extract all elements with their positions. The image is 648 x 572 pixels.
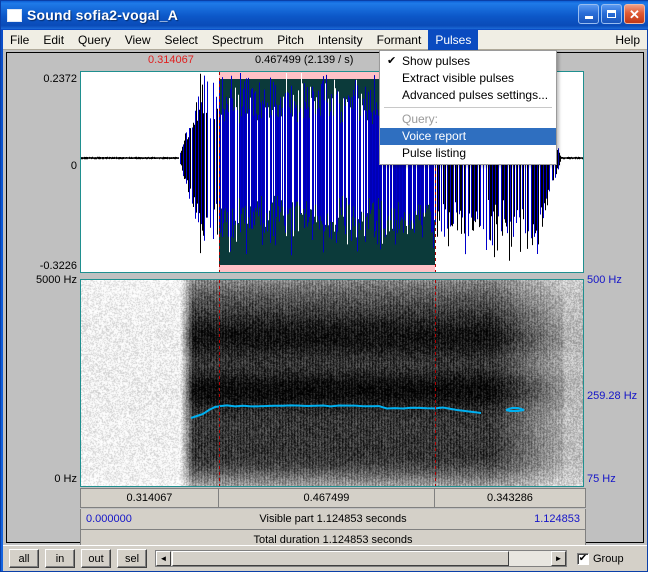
close-button[interactable]: ✕ [624, 4, 645, 24]
menuitem-advanced-pulses-settings[interactable]: Advanced pulses settings... [380, 87, 556, 104]
menuitem-pulse-listing-label: Pulse listing [402, 146, 467, 160]
waveform-yzero-label: 0 [70, 160, 77, 172]
time-segment-left[interactable]: 0.314067 [81, 489, 219, 507]
waveform-ymax-label: 0.2372 [43, 73, 77, 85]
total-duration-label: Total duration 1.124853 seconds [253, 533, 413, 546]
spectrogram-cursor-line[interactable] [219, 280, 220, 486]
spectrogram-selection-end-line[interactable] [435, 280, 436, 486]
group-checkbox-container[interactable]: ✔ Group [577, 552, 624, 565]
window-controls: ✕ [578, 4, 645, 24]
zoom-in-button[interactable]: in [45, 549, 75, 568]
time-segment-selected[interactable]: 0.467499 [219, 489, 435, 507]
time-segment-right[interactable]: 0.343286 [435, 489, 585, 507]
menuitem-voice-report-label: Voice report [402, 129, 467, 143]
sound-window-icon [7, 8, 22, 22]
praat-sound-window: Sound sofia2-vogal_A ✕ File Edit Query V… [0, 0, 648, 572]
menu-help[interactable]: Help [608, 30, 647, 50]
zoom-all-button[interactable]: all [9, 549, 39, 568]
spectrogram-pane[interactable] [80, 279, 584, 487]
maximize-button[interactable] [601, 4, 622, 24]
close-icon: ✕ [629, 6, 640, 22]
scrollbar-thumb[interactable] [172, 551, 509, 566]
minimize-icon [584, 15, 593, 19]
visible-start-label: 0.000000 [86, 513, 132, 525]
menu-query[interactable]: Query [71, 30, 118, 50]
menu-view[interactable]: View [118, 30, 158, 50]
pitch-value-label: 259.28 Hz [587, 390, 638, 402]
menu-separator [384, 107, 552, 108]
horizontal-scrollbar[interactable]: ◄ ► [155, 550, 567, 567]
menu-edit[interactable]: Edit [36, 30, 71, 50]
pitch-top-label: 500 Hz [587, 274, 622, 286]
group-checkbox[interactable]: ✔ [577, 552, 589, 565]
menuitem-show-pulses[interactable]: ✔ Show pulses [380, 53, 556, 70]
visible-part-bar[interactable]: 0.000000 Visible part 1.124853 seconds 1… [80, 509, 586, 530]
menu-pulses[interactable]: Pulses [428, 29, 479, 50]
menu-intensity[interactable]: Intensity [311, 30, 370, 50]
time-segments-bar[interactable]: 0.314067 0.467499 0.343286 [80, 488, 586, 508]
zoom-out-button[interactable]: out [81, 549, 111, 568]
title-bar[interactable]: Sound sofia2-vogal_A ✕ [1, 1, 648, 29]
group-label: Group [593, 552, 624, 565]
spectrogram-freqbottom-label: 0 Hz [54, 473, 77, 485]
bottom-toolbar: all in out sel ◄ ► ✔ Group [3, 545, 647, 571]
cursor-line[interactable] [219, 72, 220, 272]
menu-select[interactable]: Select [158, 30, 205, 50]
pitch-track [190, 404, 525, 419]
menuitem-query-header-label: Query: [402, 112, 439, 126]
visible-end-label: 1.124853 [534, 513, 580, 525]
menuitem-extract-visible-pulses-label: Extract visible pulses [402, 71, 515, 85]
spectrogram-freqtop-label: 5000 Hz [36, 274, 77, 286]
menu-pitch[interactable]: Pitch [270, 30, 311, 50]
check-icon: ✔ [387, 55, 397, 67]
menuitem-advanced-pulses-settings-label: Advanced pulses settings... [402, 88, 549, 102]
pulses-dropdown-menu: ✔ Show pulses Extract visible pulses Adv… [379, 50, 557, 165]
zoom-sel-button[interactable]: sel [117, 549, 147, 568]
window-title: Sound sofia2-vogal_A [27, 7, 179, 23]
menuitem-extract-visible-pulses[interactable]: Extract visible pulses [380, 70, 556, 87]
menu-spectrum[interactable]: Spectrum [205, 30, 270, 50]
cursor-time-label: 0.314067 [148, 54, 194, 66]
maximize-icon [607, 10, 616, 18]
menuitem-voice-report[interactable]: Voice report [380, 128, 556, 145]
menuitem-query-header: Query: [380, 111, 556, 128]
menuitem-show-pulses-label: Show pulses [402, 54, 471, 68]
scroll-left-arrow-icon[interactable]: ◄ [156, 551, 171, 566]
pitch-bottom-label: 75 Hz [587, 473, 616, 485]
waveform-ymin-label: -0.3226 [39, 260, 77, 272]
menu-bar: File Edit Query View Select Spectrum Pit… [3, 29, 647, 50]
scroll-right-arrow-icon[interactable]: ► [551, 551, 566, 566]
menuitem-pulse-listing[interactable]: Pulse listing [380, 145, 556, 162]
minimize-button[interactable] [578, 4, 599, 24]
visible-part-label: Visible part 1.124853 seconds [259, 513, 407, 525]
menu-file[interactable]: File [3, 30, 36, 50]
selection-duration-label: 0.467499 (2.139 / s) [255, 54, 354, 66]
menu-formant[interactable]: Formant [370, 30, 429, 50]
